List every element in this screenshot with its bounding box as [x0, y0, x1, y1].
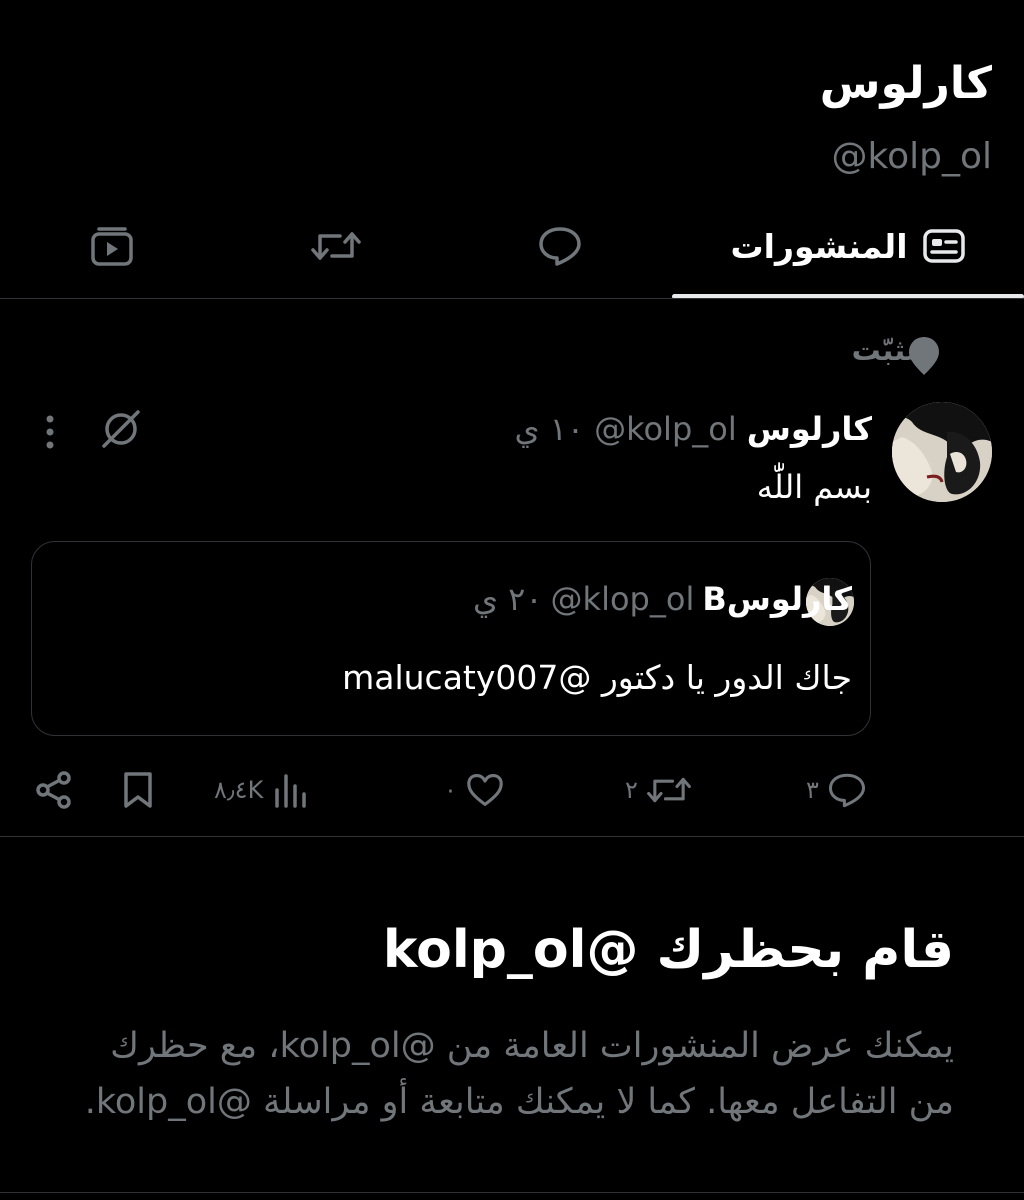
tab-posts-label: المنشورات: [730, 226, 908, 266]
tweet-author-name[interactable]: كارلوس: [747, 410, 872, 448]
quoted-header: كارلوسB @klop_ol ٢٠ ي: [473, 580, 852, 618]
divider: [0, 1192, 1024, 1193]
divider: [0, 836, 1024, 837]
repost-button[interactable]: ٢: [625, 768, 692, 812]
tweet-header: كارلوس @kolp_ol ١٠ ي: [514, 410, 872, 448]
reply-icon: [827, 771, 867, 809]
quoted-author-handle: @klop_ol: [550, 580, 695, 618]
quoted-tweet[interactable]: [31, 541, 871, 736]
views-count: ٨٫٤K: [214, 776, 264, 804]
tweet-time[interactable]: ١٠ ي: [514, 410, 584, 448]
quoted-text: جاك الدور يا دكتور @malucaty007: [342, 658, 852, 697]
blocked-title: قام بحظرك @kolp_ol: [382, 920, 954, 980]
tweet-author-handle[interactable]: @kolp_ol: [594, 410, 737, 448]
reply-button[interactable]: ٣: [806, 768, 867, 812]
like-count: ٠: [444, 776, 457, 804]
repost-icon: [310, 226, 362, 266]
share-icon: [34, 770, 74, 810]
more-options-icon[interactable]: [36, 414, 64, 450]
views-icon: [271, 772, 311, 808]
avatar[interactable]: [892, 402, 992, 502]
like-button[interactable]: ٠: [444, 768, 505, 812]
repost-count: ٢: [625, 776, 638, 804]
tab-media[interactable]: [0, 196, 224, 296]
quoted-time: ٢٠ ي: [472, 580, 543, 618]
heart-icon: [465, 772, 505, 808]
bookmark-icon: [120, 770, 156, 810]
profile-name: كارلوس: [819, 58, 992, 109]
bookmark-button[interactable]: [120, 768, 156, 812]
profile-handle: @kolp_ol: [831, 136, 992, 177]
blocked-description: يمكنك عرض المنشورات العامة من @kolp_ol، …: [84, 1026, 954, 1122]
repost-icon: [646, 772, 692, 808]
tab-replies[interactable]: [448, 196, 672, 296]
grok-icon[interactable]: [98, 406, 144, 452]
tab-posts[interactable]: المنشورات: [672, 196, 1024, 296]
divider: [0, 298, 1024, 299]
tweet-text: بسم اللّٰه: [756, 468, 872, 506]
reply-count: ٣: [806, 776, 819, 804]
media-icon: [89, 225, 135, 267]
quoted-author-name: كارلوسB: [702, 580, 852, 618]
posts-icon: [922, 226, 966, 266]
reply-icon: [537, 225, 583, 267]
tab-reposts[interactable]: [224, 196, 448, 296]
views-button[interactable]: ٨٫٤K: [214, 768, 311, 812]
share-button[interactable]: [34, 768, 74, 812]
pinned-label: مُثبّت: [851, 333, 924, 367]
